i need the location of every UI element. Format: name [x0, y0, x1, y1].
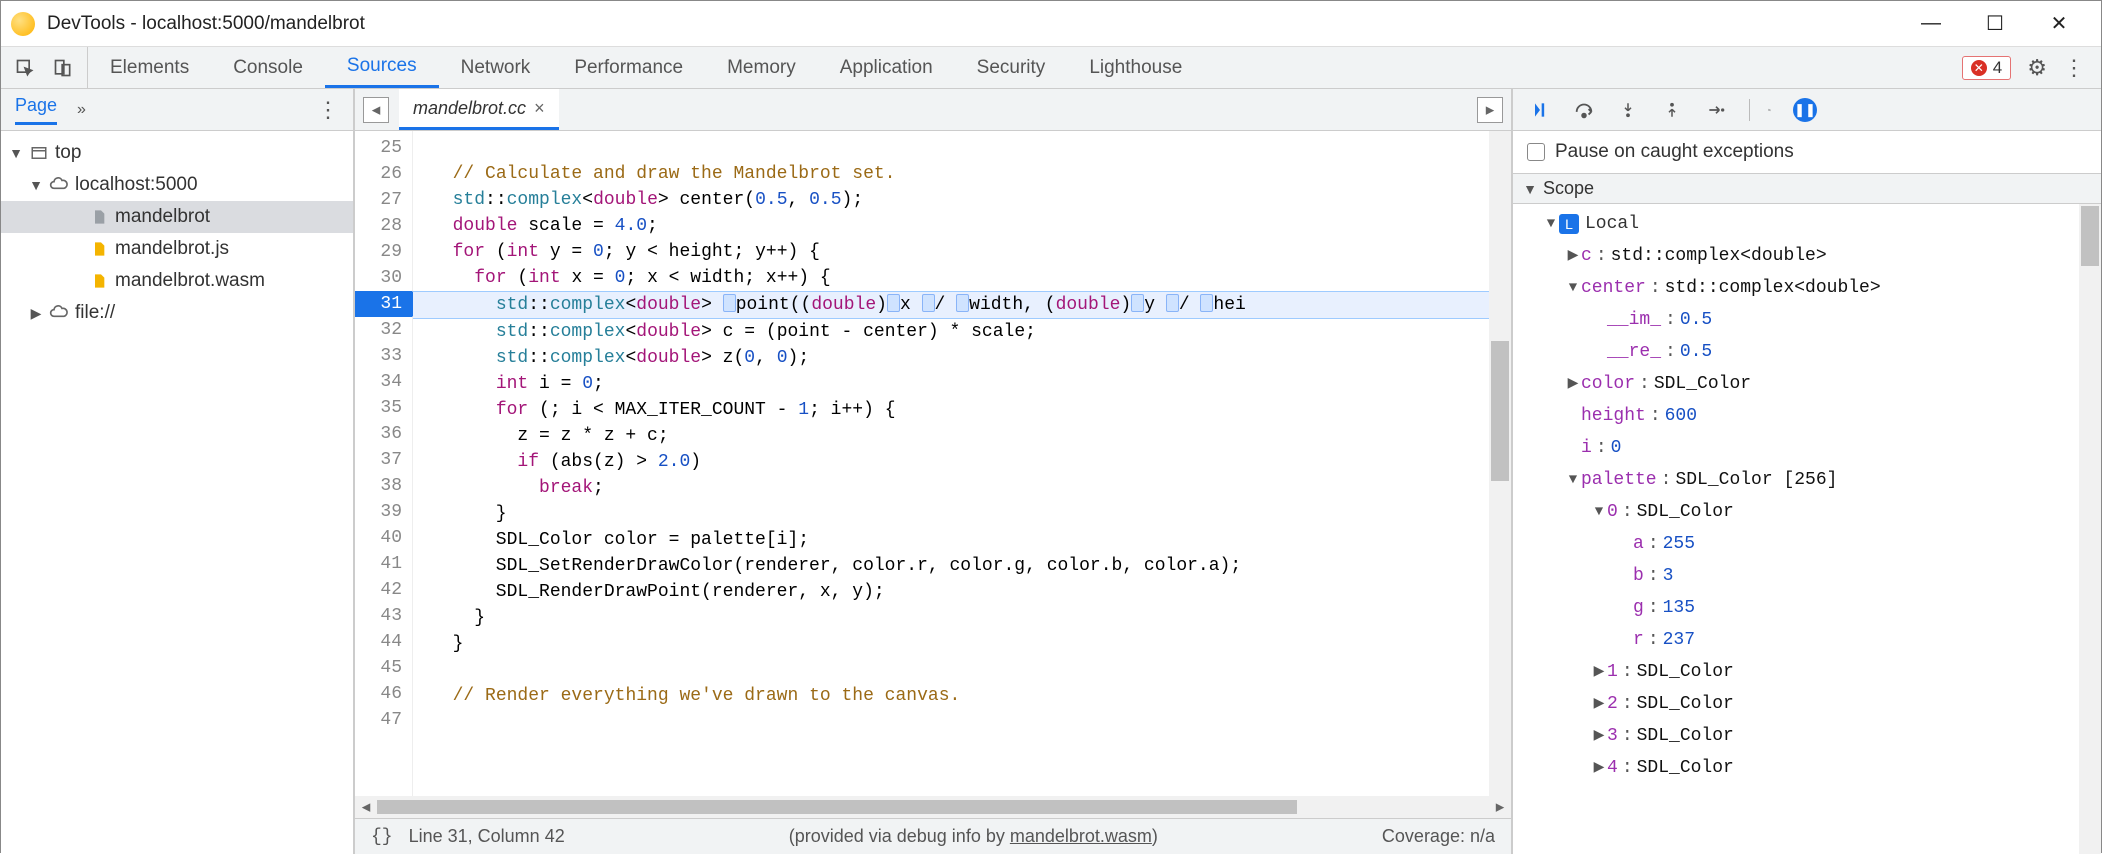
window-minimize-button[interactable]: — — [1919, 12, 1943, 36]
var-palette-0-b[interactable]: b:3 — [1513, 560, 2079, 592]
script-icon — [89, 239, 109, 259]
tab-network[interactable]: Network — [439, 47, 553, 88]
editor-vertical-scrollbar[interactable] — [1489, 131, 1511, 796]
settings-gear-icon[interactable]: ⚙ — [2027, 55, 2047, 81]
step-out-button[interactable] — [1661, 99, 1683, 121]
error-icon: ✕ — [1971, 60, 1987, 76]
cursor-position: Line 31, Column 42 — [409, 826, 565, 847]
window-title: DevTools - localhost:5000/mandelbrot — [47, 13, 365, 35]
script-icon — [89, 271, 109, 291]
inspect-element-icon[interactable] — [15, 58, 35, 78]
editor-pane: ◂ mandelbrot.cc × ▸ 25262728293031323334… — [355, 89, 1511, 854]
var-palette-2[interactable]: ▶2:SDL_Color — [1513, 688, 2079, 720]
tree-file-mandelbrot-wasm[interactable]: mandelbrot.wasm — [1, 265, 353, 297]
step-into-button[interactable] — [1617, 99, 1639, 121]
tree-node-file-scheme[interactable]: ▶ file:// — [1, 297, 353, 329]
cloud-icon — [49, 303, 69, 323]
tree-file-label: mandelbrot.wasm — [115, 270, 265, 292]
device-toggle-icon[interactable] — [53, 58, 73, 78]
tab-memory[interactable]: Memory — [705, 47, 818, 88]
devtools-logo-icon — [11, 12, 35, 36]
tab-security[interactable]: Security — [955, 47, 1068, 88]
var-palette-0-r[interactable]: r:237 — [1513, 624, 2079, 656]
navigator-more-tabs-icon[interactable]: » — [77, 101, 86, 119]
coverage-status: Coverage: n/a — [1382, 826, 1495, 847]
var-i[interactable]: i:0 — [1513, 432, 2079, 464]
var-palette-3[interactable]: ▶3:SDL_Color — [1513, 720, 2079, 752]
editor-statusbar: {} Line 31, Column 42 (provided via debu… — [355, 818, 1511, 854]
navigator-pane: Page » ⋮ ▼ top ▼ localhost:5000 mandelbr… — [1, 89, 355, 854]
nav-forward-button[interactable]: ▸ — [1477, 97, 1503, 123]
var-center[interactable]: ▼center:std::complex<double> — [1513, 272, 2079, 304]
resume-button[interactable] — [1529, 99, 1551, 121]
file-tree: ▼ top ▼ localhost:5000 mandelbrot mandel… — [1, 131, 353, 335]
tree-label-top: top — [55, 142, 81, 164]
window-titlebar: DevTools - localhost:5000/mandelbrot — ☐… — [1, 1, 2101, 47]
deactivate-breakpoints-button[interactable] — [1749, 99, 1771, 121]
var-c[interactable]: ▶c:std::complex<double> — [1513, 240, 2079, 272]
var-palette-4[interactable]: ▶4:SDL_Color — [1513, 752, 2079, 784]
navigator-tab-page[interactable]: Page — [15, 95, 57, 125]
file-tab-mandelbrot-cc[interactable]: mandelbrot.cc × — [399, 89, 559, 130]
var-center-re[interactable]: __re_:0.5 — [1513, 336, 2079, 368]
pause-on-exceptions-button[interactable]: ❚❚ — [1793, 98, 1817, 122]
var-height[interactable]: height:600 — [1513, 400, 2079, 432]
pretty-print-icon[interactable]: {} — [371, 827, 393, 847]
var-palette[interactable]: ▼palette:SDL_Color [256] — [1513, 464, 2079, 496]
close-tab-icon[interactable]: × — [534, 98, 545, 119]
pause-caught-checkbox[interactable] — [1527, 143, 1545, 161]
pause-caught-row[interactable]: Pause on caught exceptions — [1513, 131, 2101, 173]
scope-section-header[interactable]: ▼Scope — [1513, 173, 2101, 204]
more-menu-icon[interactable]: ⋮ — [2063, 55, 2085, 81]
document-icon — [89, 207, 109, 227]
tab-performance[interactable]: Performance — [552, 47, 705, 88]
panel-tabs: Elements Console Sources Network Perform… — [88, 47, 1946, 88]
local-badge-icon: L — [1559, 214, 1579, 234]
tree-node-host[interactable]: ▼ localhost:5000 — [1, 169, 353, 201]
editor-horizontal-scrollbar[interactable]: ◂▸ — [355, 796, 1511, 818]
tab-elements[interactable]: Elements — [88, 47, 211, 88]
error-count-badge[interactable]: ✕ 4 — [1962, 56, 2011, 80]
line-number-gutter[interactable]: 2526272829303132333435363738394041424344… — [355, 131, 413, 796]
debugger-toolbar: ❚❚ — [1513, 89, 2101, 131]
tree-file-mandelbrot-js[interactable]: mandelbrot.js — [1, 233, 353, 265]
tree-label-host: localhost:5000 — [75, 174, 198, 196]
pause-caught-label: Pause on caught exceptions — [1555, 141, 1794, 163]
tab-lighthouse[interactable]: Lighthouse — [1067, 47, 1204, 88]
tree-node-top[interactable]: ▼ top — [1, 137, 353, 169]
cloud-icon — [49, 175, 69, 195]
var-palette-1[interactable]: ▶1:SDL_Color — [1513, 656, 2079, 688]
scope-local-header[interactable]: ▼LLocal — [1513, 208, 2079, 240]
file-tab-label: mandelbrot.cc — [413, 98, 526, 119]
var-center-im[interactable]: __im_:0.5 — [1513, 304, 2079, 336]
scope-vertical-scrollbar[interactable] — [2079, 204, 2101, 854]
tab-sources[interactable]: Sources — [325, 47, 439, 88]
var-color[interactable]: ▶color:SDL_Color — [1513, 368, 2079, 400]
debug-info-link[interactable]: mandelbrot.wasm — [1010, 826, 1152, 846]
var-palette-0-g[interactable]: g:135 — [1513, 592, 2079, 624]
tab-console[interactable]: Console — [211, 47, 325, 88]
scope-variables: ▼LLocal ▶c:std::complex<double> ▼center:… — [1513, 204, 2079, 854]
navigator-menu-icon[interactable]: ⋮ — [317, 97, 339, 123]
step-over-button[interactable] — [1573, 99, 1595, 121]
main-toolbar: Elements Console Sources Network Perform… — [1, 47, 2101, 89]
var-palette-0-a[interactable]: a:255 — [1513, 528, 2079, 560]
step-button[interactable] — [1705, 99, 1727, 121]
tree-file-label: mandelbrot.js — [115, 238, 229, 260]
window-close-button[interactable]: ✕ — [2047, 12, 2071, 36]
source-code-area[interactable]: // Calculate and draw the Mandelbrot set… — [413, 131, 1489, 796]
var-palette-0[interactable]: ▼0:SDL_Color — [1513, 496, 2079, 528]
debugger-pane: ❚❚ Pause on caught exceptions ▼Scope ▼LL… — [1511, 89, 2101, 854]
nav-back-button[interactable]: ◂ — [363, 97, 389, 123]
window-maximize-button[interactable]: ☐ — [1983, 12, 2007, 36]
tree-label-file-scheme: file:// — [75, 302, 115, 324]
error-count: 4 — [1993, 58, 2002, 78]
tree-file-label: mandelbrot — [115, 206, 210, 228]
tab-application[interactable]: Application — [818, 47, 955, 88]
tree-file-mandelbrot[interactable]: mandelbrot — [1, 201, 353, 233]
debug-info-source: (provided via debug info by mandelbrot.w… — [581, 826, 1366, 847]
window-frame-icon — [29, 143, 49, 163]
